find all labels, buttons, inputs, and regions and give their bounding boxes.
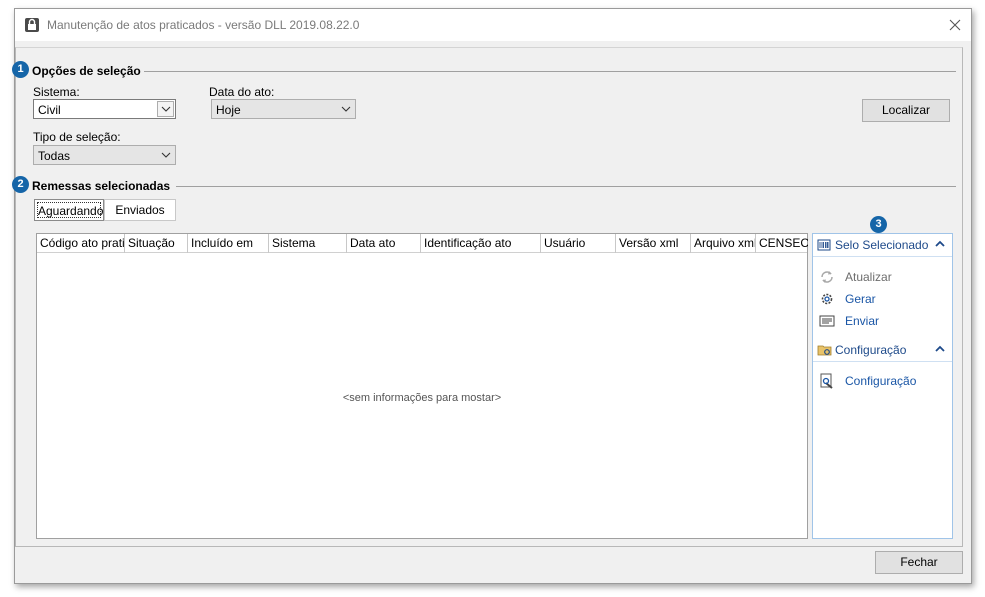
selo-selecionado-title: Selo Selecionado (835, 238, 929, 252)
chevron-down-icon[interactable] (157, 101, 174, 117)
side-panel: Selo Selecionado Atualizar Gerar Enviar … (812, 233, 953, 539)
tipo-selecao-value: Todas (38, 149, 71, 163)
remessas-grid[interactable]: Código ato praticado Situação Incluído e… (36, 233, 808, 539)
grid-header: Código ato praticado Situação Incluído e… (37, 234, 808, 253)
send-xml-icon (819, 313, 835, 329)
close-button[interactable] (939, 9, 971, 41)
sistema-select[interactable]: Civil (33, 99, 176, 119)
barcode-icon (817, 238, 831, 252)
sistema-label: Sistema: (33, 85, 80, 99)
title-bar[interactable]: Manutenção de atos praticados - versão D… (15, 9, 971, 41)
column-censec[interactable]: CENSEC (756, 234, 808, 253)
column-data-ato[interactable]: Data ato (347, 234, 421, 253)
column-versao-xml[interactable]: Versão xml (616, 234, 691, 253)
column-identificacao-ato[interactable]: Identificação ato (421, 234, 541, 253)
selo-selecionado-header[interactable]: Selo Selecionado (813, 235, 952, 255)
configuracao-title: Configuração (835, 343, 907, 357)
lock-app-icon (24, 17, 40, 33)
configuracao-divider (813, 361, 952, 362)
chevron-down-icon[interactable] (157, 147, 174, 163)
data-ato-select[interactable]: Hoje (211, 99, 356, 119)
remessas-section-title: Remessas selecionadas (32, 179, 171, 193)
opcoes-divider (144, 71, 956, 72)
selo-divider (813, 256, 952, 257)
gerar-label: Gerar (845, 292, 876, 306)
fechar-button[interactable]: Fechar (875, 551, 963, 574)
chevron-down-icon[interactable] (337, 101, 354, 117)
sistema-value: Civil (38, 103, 61, 117)
tab-aguardando[interactable]: Aguardando (34, 199, 104, 221)
refresh-icon (819, 269, 835, 285)
column-arquivo-xml[interactable]: Arquivo xml (691, 234, 756, 253)
opcoes-section-title: Opções de seleção (32, 64, 141, 78)
dialog-content: 1 Opções de seleção Sistema: Civil Data … (12, 41, 971, 549)
main-window: Manutenção de atos praticados - versão D… (12, 8, 972, 584)
column-usuario[interactable]: Usuário (541, 234, 616, 253)
gear-icon (819, 291, 835, 307)
window-title: Manutenção de atos praticados - versão D… (47, 18, 360, 32)
tab-aguardando-label: Aguardando (37, 202, 104, 218)
wrench-doc-icon (819, 373, 835, 389)
column-sistema[interactable]: Sistema (269, 234, 347, 253)
step-badge-3: 3 (870, 216, 887, 233)
tipo-selecao-label: Tipo de seleção: (33, 130, 121, 144)
data-ato-label: Data do ato: (209, 85, 275, 99)
localizar-button[interactable]: Localizar (862, 99, 950, 122)
configuracao-item-label: Configuração (845, 374, 917, 388)
data-ato-value: Hoje (216, 103, 241, 117)
step-badge-2: 2 (12, 176, 29, 193)
empty-message: <sem informações para mostar> (342, 392, 502, 404)
column-incluido-em[interactable]: Incluído em (188, 234, 269, 253)
step-badge-1: 1 (12, 61, 29, 78)
column-situacao[interactable]: Situação (125, 234, 188, 253)
atualizar-label: Atualizar (845, 270, 892, 284)
remessas-divider (176, 186, 956, 187)
enviar-label: Enviar (845, 314, 880, 328)
inner-frame: 1 Opções de seleção Sistema: Civil Data … (12, 47, 963, 547)
column-codigo[interactable]: Código ato praticado (37, 234, 125, 253)
close-icon (949, 19, 961, 31)
chevron-up-icon[interactable] (934, 343, 946, 355)
tab-enviados[interactable]: Enviados (104, 199, 176, 221)
configuracao-header[interactable]: Configuração (813, 340, 952, 360)
chevron-up-icon[interactable] (934, 238, 946, 250)
tipo-selecao-select[interactable]: Todas (33, 145, 176, 165)
folder-config-icon (817, 343, 832, 357)
